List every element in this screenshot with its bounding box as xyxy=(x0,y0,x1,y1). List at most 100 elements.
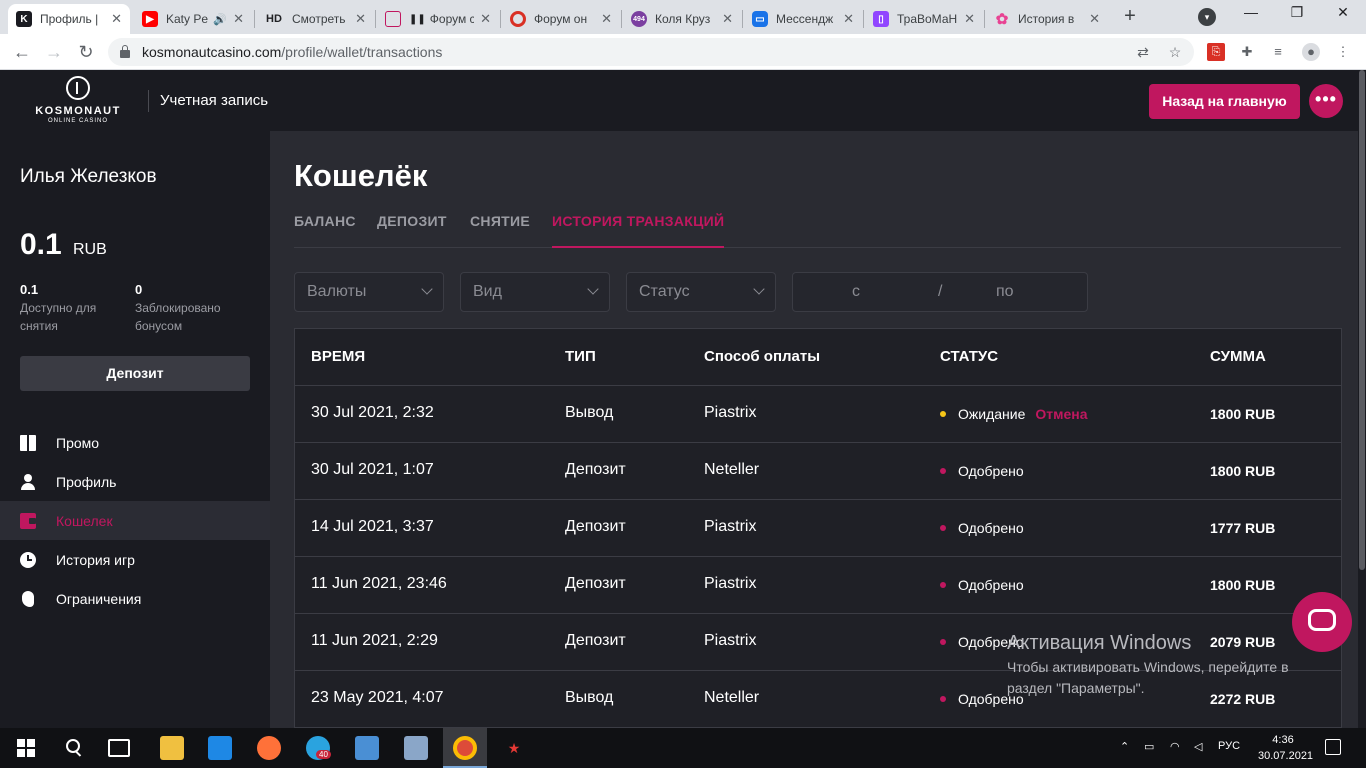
reload-icon[interactable]: ↻ xyxy=(74,41,98,63)
profile-avatar-icon[interactable]: ● xyxy=(1302,43,1320,61)
page-scrollbar[interactable] xyxy=(1358,70,1366,728)
kosmonaut-logo[interactable]: KOSMONAUT ONLINE CASINO xyxy=(28,76,128,128)
close-icon[interactable]: ✕ xyxy=(722,11,733,27)
extensions-puzzle-icon[interactable]: ✚ xyxy=(1238,43,1256,61)
close-icon[interactable]: ✕ xyxy=(233,11,244,27)
notifications-icon[interactable] xyxy=(1325,739,1341,755)
forward-icon[interactable]: → xyxy=(42,41,66,63)
logo-name: KOSMONAUT xyxy=(35,105,121,117)
bookmark-star-icon[interactable]: ☆ xyxy=(1166,43,1184,61)
task-view-icon[interactable] xyxy=(108,739,130,757)
date-from-input[interactable]: с xyxy=(852,283,860,301)
forum-icon xyxy=(385,11,401,27)
deposit-button[interactable]: Депозит xyxy=(20,356,250,391)
scrollbar-thumb[interactable] xyxy=(1359,70,1365,570)
header-divider xyxy=(148,90,149,112)
tab-withdraw[interactable]: СНЯТИЕ xyxy=(470,213,530,229)
close-icon[interactable]: ✕ xyxy=(480,11,491,27)
available-stat: 0.1 Доступно для снятия xyxy=(20,282,130,335)
file-explorer-icon[interactable] xyxy=(160,736,184,760)
system-clock[interactable]: 4:36 30.07.2021 xyxy=(1258,732,1313,764)
search-icon[interactable] xyxy=(62,736,86,760)
pdf-extension-icon[interactable]: ⎘ xyxy=(1207,43,1225,61)
battery-icon[interactable]: ▭ xyxy=(1144,740,1154,753)
close-icon[interactable]: ✕ xyxy=(964,11,975,27)
tab-title: Коля Круз xyxy=(655,12,711,26)
audio-playing-icon[interactable]: 🔊 xyxy=(213,13,227,26)
language-indicator[interactable]: РУС xyxy=(1218,740,1240,752)
live-chat-button[interactable] xyxy=(1292,592,1352,652)
chevron-down-icon xyxy=(753,283,765,295)
youtube-icon: ▶ xyxy=(142,11,158,27)
address-bar[interactable]: kosmonautcasino.com/profile/wallet/trans… xyxy=(108,38,1194,66)
browser-tab-1[interactable]: ▶ Katy Pe 🔊 ✕ xyxy=(134,4,252,34)
close-icon[interactable]: ✕ xyxy=(843,11,854,27)
tab-balance[interactable]: БАЛАНС xyxy=(294,213,356,229)
window-close-button[interactable]: ✕ xyxy=(1320,4,1366,21)
twitch-icon: ▯ xyxy=(873,11,889,27)
wallet-tabs: БАЛАНС ДЕПОЗИТ СНЯТИЕ ИСТОРИЯ ТРАНЗАКЦИЙ xyxy=(294,211,1341,248)
minimize-button[interactable]: — xyxy=(1228,4,1274,20)
browser-tab-8[interactable]: ✿ История в ✕ xyxy=(986,4,1108,34)
firefox-icon[interactable] xyxy=(257,736,281,760)
more-menu-button[interactable]: ••• xyxy=(1309,84,1343,118)
vscode-icon[interactable] xyxy=(208,736,232,760)
sidebar-item-limits[interactable]: Ограничения xyxy=(0,579,270,618)
browser-tab-4[interactable]: Форум он ✕ xyxy=(502,4,620,34)
tab-title: История в xyxy=(1018,12,1075,26)
tab-transaction-history[interactable]: ИСТОРИЯ ТРАНЗАКЦИЙ xyxy=(552,213,725,248)
cell-time: 30 Jul 2021, 2:32 xyxy=(311,404,434,421)
sidebar-item-wallet[interactable]: Кошелек xyxy=(0,501,270,540)
cancel-link[interactable]: Отмена xyxy=(1035,406,1087,422)
status-filter[interactable]: Статус xyxy=(626,272,776,312)
column-header-amount: СУММА xyxy=(1210,348,1266,365)
restore-button[interactable]: ❐ xyxy=(1274,4,1320,21)
browser-tab-2[interactable]: HD Смотреть с ✕ xyxy=(256,4,374,34)
chevron-down-icon xyxy=(587,283,599,295)
sidebar-item-game-history[interactable]: История игр xyxy=(0,540,270,579)
close-icon[interactable]: ✕ xyxy=(601,11,612,27)
browser-tab-7[interactable]: ▯ ТраВоМаН ✕ xyxy=(865,4,983,34)
close-icon[interactable]: ✕ xyxy=(111,11,122,27)
new-tab-button[interactable]: + xyxy=(1118,5,1142,29)
translate-icon[interactable]: ⇄ xyxy=(1134,43,1152,61)
tab-separator xyxy=(621,10,622,28)
site-header: KOSMONAUT ONLINE CASINO Учетная запись Н… xyxy=(0,70,1366,131)
currency-filter[interactable]: Валюты xyxy=(294,272,444,312)
star-app-icon[interactable]: ★ xyxy=(502,736,526,760)
browser-tab-6[interactable]: ▭ Мессендж ✕ xyxy=(744,4,862,34)
chevron-up-icon[interactable]: ⌃ xyxy=(1120,740,1129,753)
cell-amount: 1800 RUB xyxy=(1210,406,1276,422)
sidebar-item-promo[interactable]: Промо xyxy=(0,423,270,462)
close-icon[interactable]: ✕ xyxy=(1089,11,1100,27)
date-range-filter[interactable]: с / по xyxy=(792,272,1088,312)
tab-search-icon[interactable]: ▾ xyxy=(1198,8,1216,26)
browser-tab-0[interactable]: K Профиль | ✕ xyxy=(8,4,130,34)
clock-time: 4:36 xyxy=(1272,734,1294,746)
type-filter[interactable]: Вид xyxy=(460,272,610,312)
account-sidebar: Илья Железков 0.1 RUB 0.1 Доступно для с… xyxy=(0,131,270,728)
back-to-home-button[interactable]: Назад на главную xyxy=(1149,84,1300,119)
url-text[interactable]: kosmonautcasino.com/profile/wallet/trans… xyxy=(142,44,442,60)
media-control-icon[interactable]: ≡ xyxy=(1269,43,1287,61)
app-window-icon[interactable] xyxy=(355,736,379,760)
chrome-menu-icon[interactable]: ⋮ xyxy=(1334,43,1352,61)
date-to-input[interactable]: по xyxy=(996,283,1014,301)
lock-icon[interactable] xyxy=(120,45,130,58)
app-monitor-icon[interactable] xyxy=(404,736,428,760)
user-name: Илья Железков xyxy=(20,166,157,187)
browser-tab-5[interactable]: 494 Коля Круз ✕ xyxy=(623,4,741,34)
back-icon[interactable]: ← xyxy=(10,41,34,63)
browser-tab-3[interactable]: ❚❚ Форум с ✕ xyxy=(377,4,499,34)
table-header: ВРЕМЯ ТИП Способ оплаты СТАТУС СУММА xyxy=(295,329,1341,386)
wifi-icon[interactable]: ◠ xyxy=(1170,740,1180,753)
sidebar-item-profile[interactable]: Профиль xyxy=(0,462,270,501)
badge-494-icon: 494 xyxy=(631,11,647,27)
chrome-icon[interactable] xyxy=(453,736,477,760)
windows-start-icon[interactable] xyxy=(15,736,39,760)
column-header-type: ТИП xyxy=(565,348,596,365)
close-icon[interactable]: ✕ xyxy=(355,11,366,27)
status-text: Одобрено xyxy=(958,577,1024,593)
tab-deposit[interactable]: ДЕПОЗИТ xyxy=(377,213,447,229)
volume-icon[interactable]: ◁ xyxy=(1194,740,1202,753)
